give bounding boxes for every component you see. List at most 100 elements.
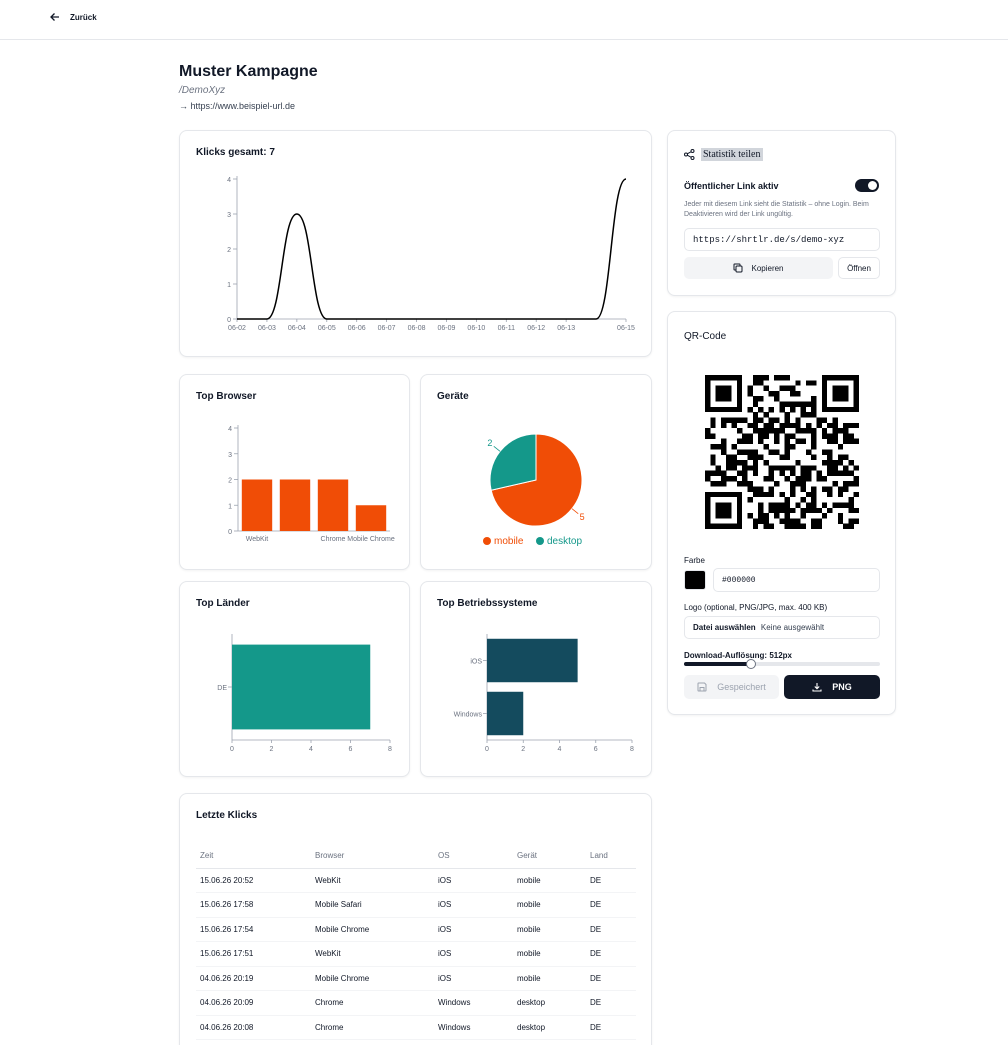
qr-module bbox=[752, 412, 759, 418]
y-tick-label: 2 bbox=[227, 247, 231, 254]
x-tick-label: 06-11 bbox=[498, 325, 515, 332]
x-tick-label: 6 bbox=[349, 746, 353, 753]
qr-module bbox=[720, 475, 727, 482]
qr-module bbox=[811, 507, 817, 514]
qr-module bbox=[843, 470, 849, 477]
x-tick-label: Mobile Chrome bbox=[347, 536, 395, 543]
qr-module bbox=[821, 459, 828, 466]
qr-module bbox=[779, 385, 785, 392]
qr-module bbox=[752, 375, 759, 381]
x-tick-label: 0 bbox=[485, 746, 489, 753]
qr-module bbox=[811, 497, 817, 503]
browser-bar bbox=[355, 505, 387, 531]
color-swatch[interactable] bbox=[684, 570, 706, 590]
resolution-slider[interactable] bbox=[684, 659, 880, 669]
table-cell: iOS bbox=[434, 868, 513, 893]
qr-module bbox=[800, 401, 807, 407]
qr-module bbox=[758, 438, 764, 445]
qr-module bbox=[752, 486, 759, 492]
qr-module bbox=[821, 417, 828, 423]
pie-value-label: 2 bbox=[487, 438, 492, 448]
qr-module bbox=[763, 518, 769, 524]
qr-module bbox=[832, 422, 838, 429]
back-button[interactable]: Zurück bbox=[50, 12, 97, 22]
share-url-field[interactable]: https://shrtlr.de/s/demo-xyz bbox=[684, 228, 880, 251]
table-cell: DE bbox=[586, 966, 636, 991]
qr-module bbox=[848, 497, 854, 503]
public-link-row: Öffentlicher Link aktiv bbox=[684, 179, 879, 192]
qr-module bbox=[715, 465, 722, 471]
qr-module bbox=[779, 375, 785, 381]
qr-module bbox=[726, 475, 732, 482]
x-tick-label: 8 bbox=[630, 746, 634, 753]
qr-module bbox=[779, 406, 785, 413]
qr-module bbox=[789, 444, 796, 450]
qr-module bbox=[779, 465, 785, 471]
open-button[interactable]: Öffnen bbox=[838, 257, 880, 279]
saved-button[interactable]: Gespeichert bbox=[684, 675, 779, 699]
qr-module bbox=[827, 433, 833, 439]
recent-clicks-title: Letzte Klicks bbox=[196, 810, 258, 821]
qr-module bbox=[811, 428, 817, 434]
qr-module bbox=[752, 401, 759, 407]
qr-module bbox=[784, 475, 791, 482]
qr-module bbox=[710, 422, 716, 429]
legend-swatch bbox=[483, 537, 491, 545]
campaign-target-url[interactable]: → https://www.beispiel-url.de bbox=[179, 101, 318, 111]
table-cell: mobile bbox=[513, 917, 586, 942]
x-tick-label: 06-06 bbox=[348, 325, 366, 332]
qr-module bbox=[795, 502, 801, 508]
table-cell: Windows bbox=[434, 1015, 513, 1040]
table-cell: iOS bbox=[434, 941, 513, 967]
y-tick-label: 3 bbox=[227, 212, 231, 219]
qr-module bbox=[731, 475, 737, 482]
x-tick-label: 2 bbox=[521, 746, 525, 753]
table-cell: WebKit bbox=[311, 941, 434, 967]
qr-module bbox=[763, 523, 769, 529]
qr-module bbox=[705, 433, 711, 439]
copy-button[interactable]: Kopieren bbox=[684, 257, 833, 279]
qr-module bbox=[811, 502, 817, 508]
y-tick-label: 3 bbox=[228, 452, 232, 459]
qr-module bbox=[843, 428, 849, 434]
download-png-button[interactable]: PNG bbox=[784, 675, 880, 699]
file-choose-button[interactable]: Datei auswählen bbox=[693, 623, 756, 632]
page-title: Muster Kampagne bbox=[179, 63, 318, 80]
qr-module bbox=[816, 417, 822, 423]
qr-module bbox=[795, 438, 801, 445]
pie-slice-desktop bbox=[489, 433, 537, 491]
qr-module bbox=[752, 428, 759, 434]
qr-module bbox=[763, 375, 769, 381]
public-link-toggle[interactable] bbox=[855, 179, 879, 192]
qr-module bbox=[827, 491, 833, 498]
logo-file-input[interactable]: Datei auswählen Keine ausgewählt bbox=[684, 616, 880, 639]
qr-module bbox=[805, 465, 812, 471]
slider-fill bbox=[684, 662, 751, 666]
qr-module bbox=[779, 454, 785, 461]
y-tick-label: 1 bbox=[227, 282, 231, 289]
table-cell: Mobile Chrome bbox=[311, 917, 434, 942]
x-tick-label: 2 bbox=[270, 746, 274, 753]
qr-module bbox=[800, 507, 807, 514]
qr-module bbox=[747, 449, 753, 455]
column-header-browser: Browser bbox=[311, 844, 434, 869]
color-input[interactable]: #000000 bbox=[713, 568, 880, 592]
file-status: Keine ausgewählt bbox=[760, 623, 825, 632]
download-icon bbox=[812, 683, 822, 692]
qr-module bbox=[795, 459, 801, 466]
qr-module bbox=[789, 507, 796, 514]
qr-module bbox=[720, 449, 727, 455]
qr-module bbox=[821, 513, 828, 519]
qr-module bbox=[726, 459, 732, 466]
qr-module bbox=[768, 449, 775, 455]
qr-module bbox=[731, 444, 737, 450]
qr-module bbox=[816, 518, 822, 524]
qr-module bbox=[774, 390, 780, 397]
qr-module bbox=[821, 486, 828, 492]
browser-card: Top Browser 0 1 2 3 4 WebKit Chrome Mobile Chro… bbox=[179, 374, 410, 570]
x-tick-label: 06-02 bbox=[228, 325, 246, 332]
qr-module bbox=[784, 438, 791, 445]
qr-module bbox=[784, 454, 791, 461]
qr-module bbox=[811, 444, 817, 450]
slider-thumb[interactable] bbox=[745, 659, 756, 669]
